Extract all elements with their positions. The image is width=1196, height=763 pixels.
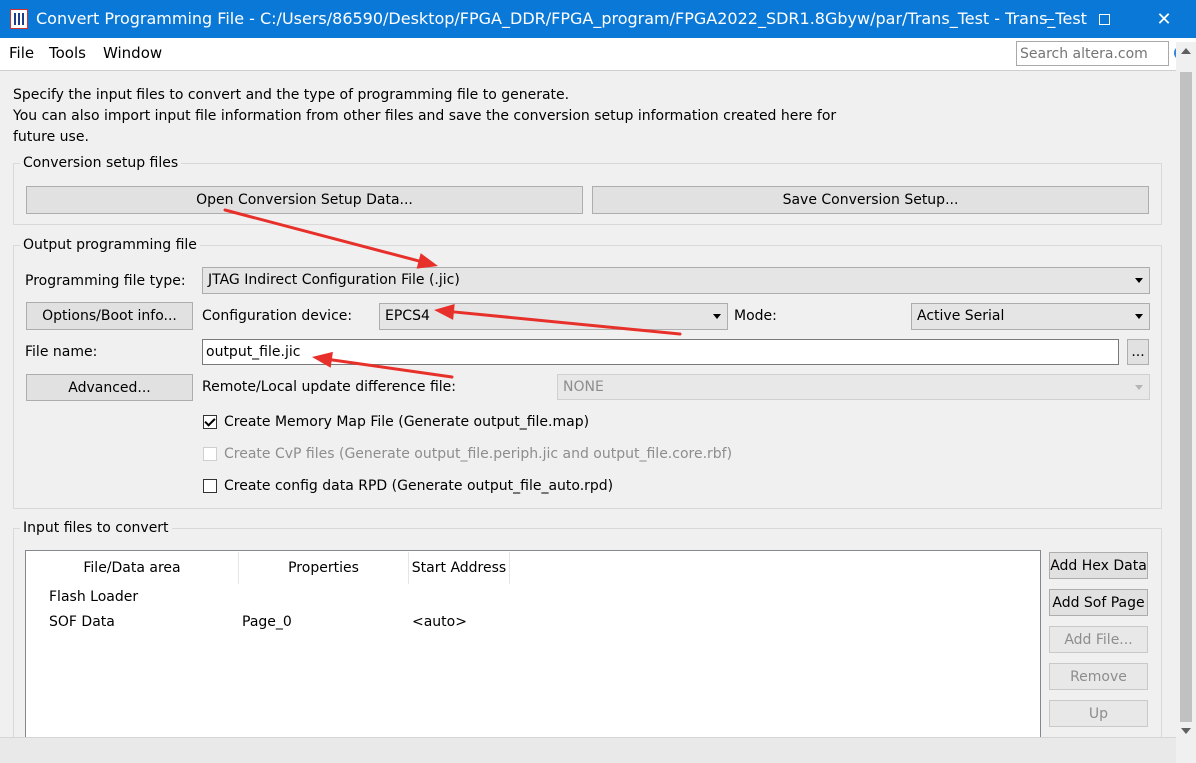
intro-line-1: Specify the input files to convert and t… — [13, 87, 570, 103]
remote-local-update-value: NONE — [563, 379, 604, 395]
save-conversion-setup-button[interactable]: Save Conversion Setup... — [592, 186, 1149, 214]
table-row-sof-data-properties[interactable]: Page_0 — [242, 614, 292, 630]
intro-text: Specify the input files to convert and t… — [13, 85, 873, 148]
create-cvp-label: Create CvP files (Generate output_file.p… — [224, 446, 733, 462]
options-boot-info-button[interactable]: Options/Boot info... — [26, 302, 193, 330]
remote-local-update-select[interactable]: NONE — [557, 374, 1150, 400]
column-header-file-data-area[interactable]: File/Data area — [26, 552, 239, 584]
table-row-flash-loader-area[interactable]: Flash Loader — [49, 589, 138, 605]
column-header-start-address[interactable]: Start Address — [409, 552, 510, 584]
conversion-setup-group-label: Conversion setup files — [20, 155, 182, 171]
create-rpd-checkbox[interactable] — [203, 479, 217, 493]
scroll-up-icon[interactable] — [1181, 48, 1191, 54]
create-memory-map-checkbox[interactable] — [203, 415, 217, 429]
programming-file-type-label: Programming file type: — [25, 273, 186, 289]
scroll-thumb[interactable] — [1180, 72, 1192, 722]
intro-line-2: You can also import input file informati… — [13, 108, 837, 145]
add-file-button[interactable]: Add File... — [1049, 626, 1148, 653]
menu-tools[interactable]: Tools — [49, 44, 86, 62]
input-files-group-label: Input files to convert — [20, 520, 172, 536]
mode-select[interactable]: Active Serial — [911, 303, 1150, 330]
close-icon: ✕ — [1156, 8, 1172, 30]
create-memory-map-label[interactable]: Create Memory Map File (Generate output_… — [224, 414, 589, 430]
advanced-button[interactable]: Advanced... — [26, 374, 193, 401]
menu-file[interactable]: File — [9, 44, 34, 62]
remove-button[interactable]: Remove — [1049, 663, 1148, 690]
add-hex-data-button[interactable]: Add Hex Data — [1049, 552, 1148, 579]
minimize-button[interactable] — [1025, 0, 1071, 38]
vertical-scrollbar[interactable] — [1176, 42, 1196, 763]
mode-label: Mode: — [734, 308, 777, 324]
search-input[interactable] — [1016, 41, 1169, 66]
file-name-label: File name: — [25, 344, 98, 360]
maximize-button[interactable] — [1081, 0, 1127, 38]
horizontal-scrollbar[interactable] — [0, 737, 1176, 763]
mode-value: Active Serial — [917, 308, 1005, 324]
programming-file-type-value: JTAG Indirect Configuration File (.jic) — [208, 272, 460, 288]
chevron-down-icon — [1135, 385, 1143, 390]
maximize-icon — [1098, 13, 1110, 25]
input-files-table[interactable]: File/Data area Properties Start Address … — [25, 550, 1041, 750]
scroll-down-icon[interactable] — [1181, 728, 1191, 734]
create-rpd-label[interactable]: Create config data RPD (Generate output_… — [224, 478, 613, 494]
configuration-device-select[interactable]: EPCS4 — [379, 303, 728, 330]
minimize-icon — [1042, 18, 1054, 20]
open-conversion-setup-button[interactable]: Open Conversion Setup Data... — [26, 186, 583, 214]
title-bar: Convert Programming File - C:/Users/8659… — [0, 0, 1196, 38]
chevron-down-icon — [1135, 314, 1143, 319]
browse-file-button[interactable]: ... — [1127, 339, 1149, 365]
up-button[interactable]: Up — [1049, 700, 1148, 727]
quartus-app-icon — [10, 9, 28, 29]
chevron-down-icon — [713, 314, 721, 319]
programming-file-type-select[interactable]: JTAG Indirect Configuration File (.jic) — [202, 267, 1150, 294]
menu-window[interactable]: Window — [103, 44, 162, 62]
configuration-device-value: EPCS4 — [385, 308, 430, 324]
column-header-properties[interactable]: Properties — [239, 552, 409, 584]
output-programming-group-label: Output programming file — [20, 237, 200, 253]
chevron-down-icon — [1135, 278, 1143, 283]
close-button[interactable]: ✕ — [1141, 0, 1187, 38]
table-row-sof-data-address[interactable]: <auto> — [412, 614, 467, 630]
window-title: Convert Programming File - C:/Users/8659… — [36, 9, 1087, 28]
create-cvp-checkbox[interactable] — [203, 447, 217, 461]
file-name-input[interactable]: output_file.jic — [202, 339, 1119, 365]
table-row-sof-data-area[interactable]: SOF Data — [49, 614, 115, 630]
configuration-device-label: Configuration device: — [202, 308, 353, 324]
add-sof-page-button[interactable]: Add Sof Page — [1049, 589, 1148, 616]
remote-local-update-label: Remote/Local update difference file: — [202, 379, 457, 395]
